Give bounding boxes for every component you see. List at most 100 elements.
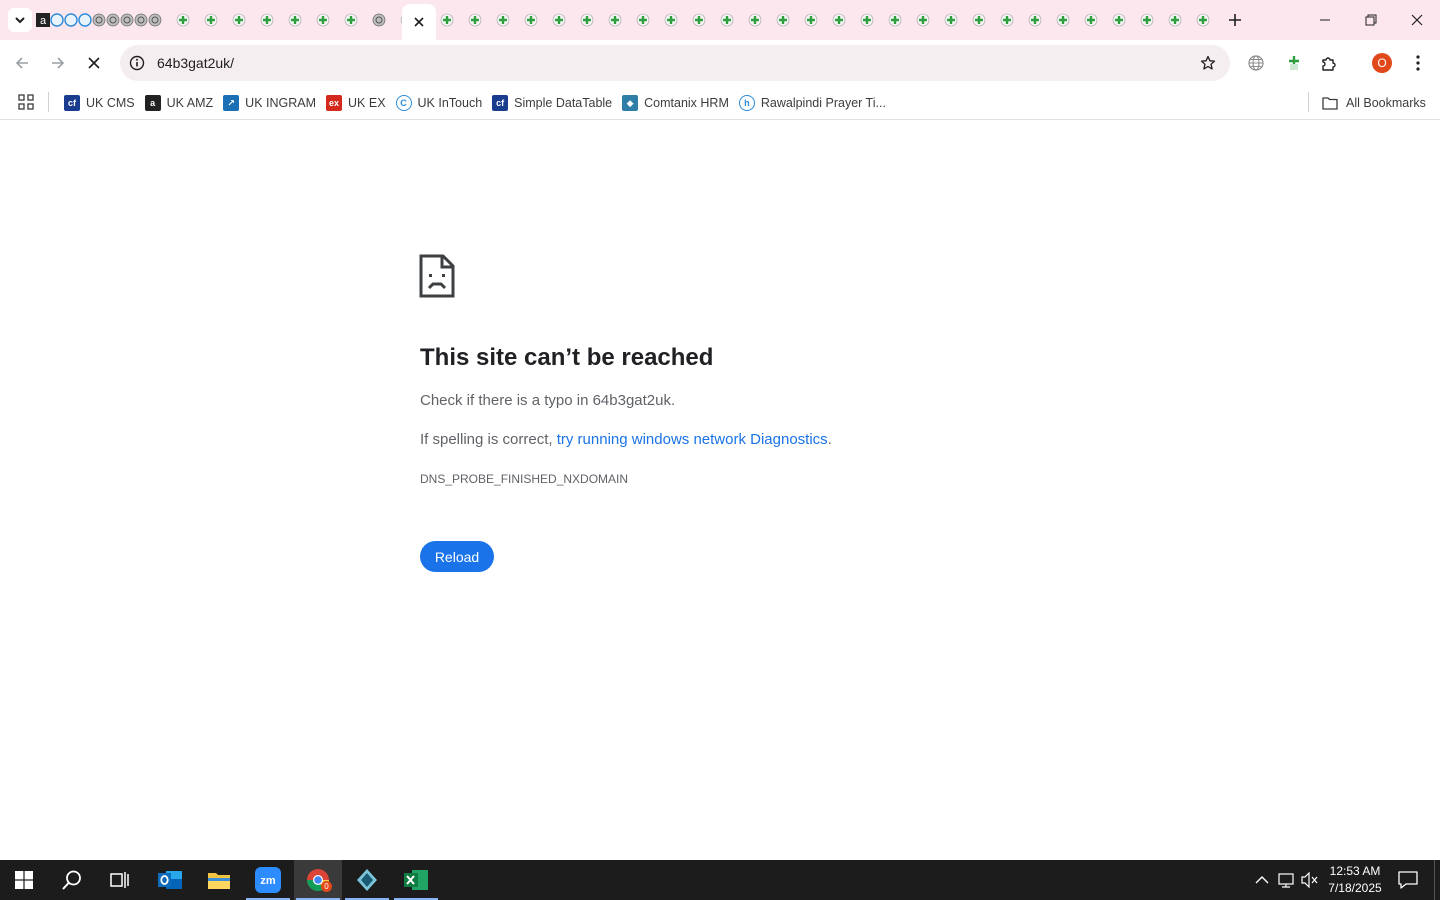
- plus-tab-icon[interactable]: [720, 13, 734, 27]
- task-view-button[interactable]: [96, 860, 144, 900]
- intouch-tab-icon[interactable]: [64, 13, 78, 27]
- plus-tab-icon[interactable]: [580, 13, 594, 27]
- restore-icon: [1365, 14, 1377, 26]
- volume-button[interactable]: [1299, 860, 1321, 900]
- network-button[interactable]: [1276, 860, 1298, 900]
- translate-globe-icon[interactable]: [1243, 50, 1269, 76]
- tab-close-icon[interactable]: [413, 16, 425, 28]
- plus-tab-icon[interactable]: [776, 13, 790, 27]
- plus-tab-icon[interactable]: [944, 13, 958, 27]
- amazon-tab-icon[interactable]: a: [36, 13, 50, 27]
- bookmark-item[interactable]: ↗ UK INGRAM: [221, 90, 324, 116]
- stop-loading-button[interactable]: [78, 47, 110, 79]
- taskbar-file-explorer[interactable]: [195, 860, 243, 900]
- plus-tab-icon[interactable]: [468, 13, 482, 27]
- start-button[interactable]: [0, 860, 48, 900]
- show-desktop-button[interactable]: [1434, 860, 1440, 900]
- network-diagnostics-link[interactable]: try running windows network Diagnostics: [557, 431, 828, 448]
- plus-tab-icon[interactable]: [148, 13, 162, 27]
- svg-text:zm: zm: [260, 875, 276, 887]
- excel-icon: [404, 870, 428, 890]
- minimize-button[interactable]: [1302, 0, 1348, 40]
- plus-tab-icon[interactable]: [832, 13, 846, 27]
- plus-tab-icon[interactable]: [888, 13, 902, 27]
- gray-tab-icon[interactable]: [134, 13, 148, 27]
- tab-favicons-right: [440, 10, 1212, 30]
- intouch-tab-icon[interactable]: [50, 13, 64, 27]
- plus-tab-icon[interactable]: [524, 13, 538, 27]
- bookmarks-divider: [48, 92, 49, 112]
- plus-tab-icon[interactable]: [176, 13, 190, 27]
- taskbar-clock[interactable]: 12:53 AM 7/18/2025: [1322, 863, 1388, 897]
- address-bar[interactable]: 64b3gat2uk/: [120, 45, 1230, 81]
- bookmark-item[interactable]: cf UK CMS: [62, 90, 143, 116]
- taskbar-zoom[interactable]: zm: [244, 860, 292, 900]
- plus-tab-icon[interactable]: [916, 13, 930, 27]
- forward-button[interactable]: [42, 47, 74, 79]
- tab-favicons-left: a: [36, 10, 402, 30]
- plus-tab-icon[interactable]: [1196, 13, 1210, 27]
- gray-tab-icon[interactable]: [106, 13, 120, 27]
- plus-tab-icon[interactable]: [860, 13, 874, 27]
- plus-tab-icon[interactable]: [1112, 13, 1126, 27]
- plus-tab-icon[interactable]: [1056, 13, 1070, 27]
- plus-tab-icon[interactable]: [1140, 13, 1154, 27]
- bookmark-item[interactable]: a UK AMZ: [143, 90, 222, 116]
- plus-tab-icon[interactable]: [440, 13, 454, 27]
- plus-tab-icon[interactable]: [260, 13, 274, 27]
- plus-tab-icon[interactable]: [316, 13, 330, 27]
- plus-tab-icon[interactable]: [372, 13, 386, 27]
- plus-tab-icon[interactable]: [204, 13, 218, 27]
- plus-tab-icon[interactable]: [288, 13, 302, 27]
- bookmark-item[interactable]: ◆ Comtanix HRM: [620, 90, 737, 116]
- plus-tab-icon[interactable]: [972, 13, 986, 27]
- all-bookmarks-button[interactable]: All Bookmarks: [1322, 90, 1426, 116]
- bookmark-star-icon[interactable]: [1198, 53, 1218, 73]
- taskbar-chrome[interactable]: 0: [294, 860, 342, 900]
- plus-tab-icon[interactable]: [804, 13, 818, 27]
- kebab-menu-icon[interactable]: [1405, 50, 1431, 76]
- site-info-icon[interactable]: [127, 53, 147, 73]
- plus-tab-icon[interactable]: [636, 13, 650, 27]
- close-window-button[interactable]: [1394, 0, 1440, 40]
- gray-tab-icon[interactable]: [92, 13, 106, 27]
- plus-tab-icon[interactable]: [496, 13, 510, 27]
- plus-tab-icon[interactable]: [1168, 13, 1182, 27]
- diagnostics-hint: If spelling is correct, try running wind…: [420, 430, 832, 450]
- plus-tab-icon[interactable]: [232, 13, 246, 27]
- error-title: This site can’t be reached: [420, 344, 714, 371]
- restore-button[interactable]: [1348, 0, 1394, 40]
- diamond-app-icon: [357, 869, 377, 891]
- bookmark-item[interactable]: ex UK EX: [324, 90, 394, 116]
- new-tab-button[interactable]: [1222, 8, 1248, 32]
- url-text[interactable]: 64b3gat2uk/: [157, 54, 234, 72]
- taskbar-app-diamond[interactable]: [343, 860, 391, 900]
- show-hidden-icons-button[interactable]: [1252, 860, 1272, 900]
- plus-tab-icon[interactable]: [1028, 13, 1042, 27]
- profile-avatar[interactable]: O: [1372, 53, 1392, 73]
- taskbar-search-button[interactable]: [48, 860, 96, 900]
- plus-tab-icon[interactable]: [692, 13, 706, 27]
- apps-grid-icon[interactable]: [18, 94, 34, 110]
- bookmark-item[interactable]: C UK InTouch: [394, 90, 491, 116]
- reload-button[interactable]: Reload: [420, 541, 494, 572]
- bookmark-item[interactable]: cf Simple DataTable: [490, 90, 620, 116]
- intouch-tab-icon[interactable]: [78, 13, 92, 27]
- plus-tab-icon[interactable]: [344, 13, 358, 27]
- plus-tab-icon[interactable]: [552, 13, 566, 27]
- plus-tab-icon[interactable]: [664, 13, 678, 27]
- plus-tab-icon[interactable]: [748, 13, 762, 27]
- action-center-button[interactable]: [1394, 860, 1422, 900]
- plus-tab-icon[interactable]: [1084, 13, 1098, 27]
- plus-tab-icon[interactable]: [1000, 13, 1014, 27]
- extension-puzzle-plus-icon[interactable]: [1281, 50, 1307, 76]
- taskbar-outlook[interactable]: [146, 860, 194, 900]
- bookmark-item[interactable]: h Rawalpindi Prayer Ti...: [737, 90, 894, 116]
- back-button[interactable]: [6, 47, 38, 79]
- active-tab[interactable]: [402, 4, 436, 40]
- tab-search-button[interactable]: [8, 8, 32, 32]
- plus-tab-icon[interactable]: [608, 13, 622, 27]
- extensions-icon[interactable]: [1316, 50, 1342, 76]
- taskbar-excel[interactable]: [392, 860, 440, 900]
- gray-tab-icon[interactable]: [120, 13, 134, 27]
